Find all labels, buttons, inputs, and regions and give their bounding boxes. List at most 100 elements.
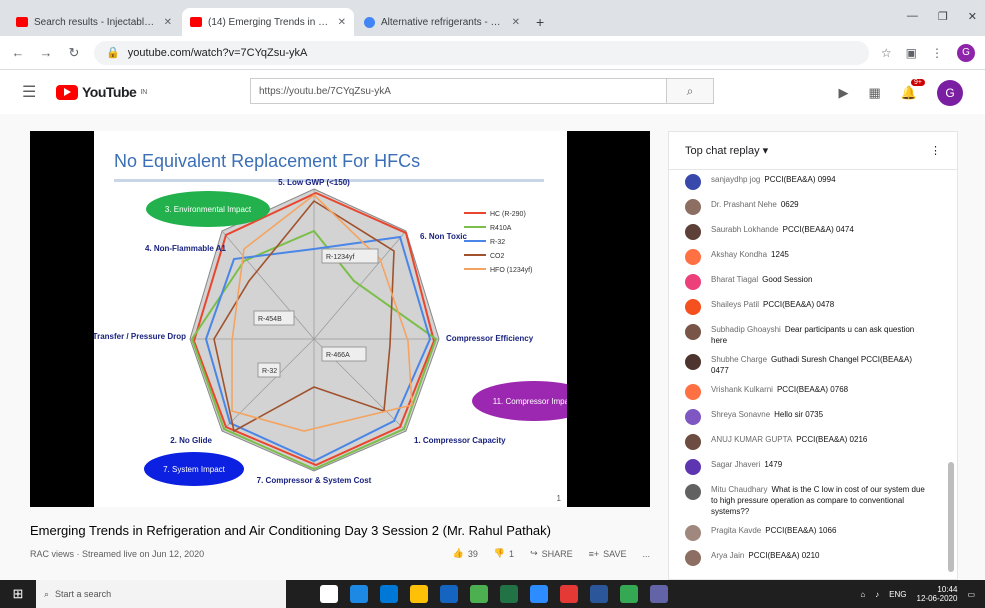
chat-message-body: Saurabh Lokhande PCCI(BEA&A) 0474 xyxy=(711,224,854,235)
shield-icon[interactable] xyxy=(470,585,488,603)
chat-author[interactable]: ANUJ KUMAR GUPTA xyxy=(711,435,792,444)
radar-diagram: R-1234yf R-454B R-32 R-466A 3. Environme… xyxy=(94,178,567,486)
acrobat-icon[interactable] xyxy=(560,585,578,603)
legend-item: R410A xyxy=(490,225,512,232)
url-field[interactable]: 🔒 youtube.com/watch?v=7CYqZsu-ykA xyxy=(94,40,869,65)
chat-avatar[interactable] xyxy=(685,249,701,265)
browser-tab-1[interactable]: (14) Emerging Trends in Ref... ✕ xyxy=(182,8,354,36)
chat-avatar[interactable] xyxy=(685,550,701,566)
volume-icon[interactable]: ♪ xyxy=(875,590,879,599)
save-icon: ≡+ xyxy=(588,548,600,559)
chat-scrollbar[interactable] xyxy=(948,462,954,572)
chat-message: Sagar Jhaveri 1479 xyxy=(669,455,947,480)
network-icon[interactable]: ⌂ xyxy=(860,590,865,599)
chat-text: 1245 xyxy=(771,250,789,259)
chat-avatar[interactable] xyxy=(685,525,701,541)
chat-avatar[interactable] xyxy=(685,434,701,450)
axis-label: 1. Compressor Capacity xyxy=(414,436,506,445)
word-icon[interactable] xyxy=(590,585,608,603)
close-icon[interactable]: ✕ xyxy=(164,17,172,28)
video-player[interactable]: No Equivalent Replacement For HFCs R-123… xyxy=(30,131,650,507)
edge-icon[interactable] xyxy=(380,585,398,603)
minimize-icon[interactable]: — xyxy=(907,10,918,23)
chat-avatar[interactable] xyxy=(685,274,701,290)
back-icon[interactable]: ← xyxy=(10,45,26,60)
maximize-icon[interactable]: ❐ xyxy=(938,10,948,23)
forward-icon[interactable]: → xyxy=(38,45,54,60)
browser-tab-2[interactable]: Alternative refrigerants - Google ✕ xyxy=(356,8,528,36)
chat-author[interactable]: Saurabh Lokhande xyxy=(711,225,779,234)
hamburger-menu-icon[interactable]: ☰ xyxy=(22,82,46,102)
start-button[interactable]: ⊞ xyxy=(0,580,36,608)
more-button[interactable]: ... xyxy=(642,548,650,559)
chat-author[interactable]: Arya Jain xyxy=(711,551,744,560)
chat-author[interactable]: Akshay Kondha xyxy=(711,250,767,259)
chat-author[interactable]: Pragita Kavde xyxy=(711,526,761,535)
teams-icon[interactable] xyxy=(650,585,668,603)
chat-author[interactable]: Subhadip Ghoayshi xyxy=(711,325,781,334)
video-meta: RAC views · Streamed live on Jun 12, 202… xyxy=(30,548,205,559)
chat-avatar[interactable] xyxy=(685,459,701,475)
share-button[interactable]: ↪ SHARE xyxy=(530,548,573,559)
chat-avatar[interactable] xyxy=(685,324,701,340)
chat-author[interactable]: Shubhe Charge xyxy=(711,355,767,364)
extension-icon[interactable]: ▣ xyxy=(906,46,917,60)
chat-author[interactable]: Vrishank Kulkarni xyxy=(711,385,773,394)
chat-avatar[interactable] xyxy=(685,484,701,500)
clock[interactable]: 10:44 12-06-2020 xyxy=(917,585,958,603)
chat-avatar[interactable] xyxy=(685,409,701,425)
new-tab-button[interactable]: + xyxy=(536,14,544,30)
chat-avatar[interactable] xyxy=(685,174,701,190)
chat-avatar[interactable] xyxy=(685,354,701,370)
chat-message: ANUJ KUMAR GUPTA PCCI(BEA&A) 0216 xyxy=(669,430,947,455)
zoom-icon[interactable] xyxy=(530,585,548,603)
chat-author[interactable]: Dr. Prashant Nehe xyxy=(711,200,777,209)
chat-author[interactable]: Shreya Sonavne xyxy=(711,410,770,419)
save-button[interactable]: ≡+ SAVE xyxy=(589,548,627,559)
tab-label: Alternative refrigerants - Google xyxy=(381,16,506,28)
chat-text: PCCI(BEA&A) 0210 xyxy=(748,551,820,560)
close-icon[interactable]: ✕ xyxy=(512,17,520,28)
file-explorer-icon[interactable] xyxy=(410,585,428,603)
notification-center-icon[interactable]: ▭ xyxy=(967,590,975,599)
taskbar-search[interactable]: ⌕ Start a search xyxy=(36,580,286,608)
header-actions: ▶ ▦ 🔔 9+ G xyxy=(839,79,963,106)
dislike-button[interactable]: 👎 1 xyxy=(494,548,514,559)
chat-message-body: Akshay Kondha 1245 xyxy=(711,249,789,260)
task-view-icon[interactable] xyxy=(320,585,338,603)
star-icon[interactable]: ☆ xyxy=(881,46,892,60)
search-input[interactable]: https://youtu.be/7CYqZsu-ykA xyxy=(250,78,666,104)
menu-dots-icon[interactable]: ⋮ xyxy=(931,46,943,60)
chat-avatar[interactable] xyxy=(685,384,701,400)
create-video-icon[interactable]: ▶ xyxy=(839,85,849,101)
youtube-logo[interactable]: YouTube IN xyxy=(56,84,147,100)
chat-author[interactable]: sanjaydhp jog xyxy=(711,175,760,184)
chat-menu-icon[interactable]: ⋮ xyxy=(930,144,941,157)
profile-avatar[interactable]: G xyxy=(957,43,975,62)
chat-avatar[interactable] xyxy=(685,224,701,240)
close-icon[interactable]: ✕ xyxy=(338,17,346,28)
thumbs-up-icon: 👍 xyxy=(452,548,464,558)
browser-tab-0[interactable]: Search results - Injectable Recovery ✕ xyxy=(8,8,180,36)
search-button[interactable]: ⌕ xyxy=(666,78,714,104)
reload-icon[interactable]: ↻ xyxy=(66,45,82,61)
legend-item: HFO (1234yf) xyxy=(490,267,532,274)
language-indicator[interactable]: ENG xyxy=(889,590,906,599)
chat-author[interactable]: Bharat Tiagal xyxy=(711,275,758,284)
search-icon: ⌕ xyxy=(44,588,50,599)
chat-author[interactable]: Sagar Jhaveri xyxy=(711,460,760,469)
chat-avatar[interactable] xyxy=(685,299,701,315)
chat-avatar[interactable] xyxy=(685,199,701,215)
notifications-button[interactable]: 🔔 9+ xyxy=(901,79,925,101)
account-avatar[interactable]: G xyxy=(937,80,963,106)
chat-mode-dropdown[interactable]: Top chat replay ▾ xyxy=(685,144,768,157)
store-icon[interactable] xyxy=(350,585,368,603)
apps-grid-icon[interactable]: ▦ xyxy=(869,85,881,101)
chat-author[interactable]: Shaileys Patil xyxy=(711,300,759,309)
close-window-icon[interactable]: ✕ xyxy=(968,10,977,23)
chrome-icon[interactable] xyxy=(620,585,638,603)
like-button[interactable]: 👍 39 xyxy=(453,548,478,559)
excel-icon[interactable] xyxy=(500,585,518,603)
chat-author[interactable]: Mitu Chaudhary xyxy=(711,485,767,494)
mail-icon[interactable] xyxy=(440,585,458,603)
